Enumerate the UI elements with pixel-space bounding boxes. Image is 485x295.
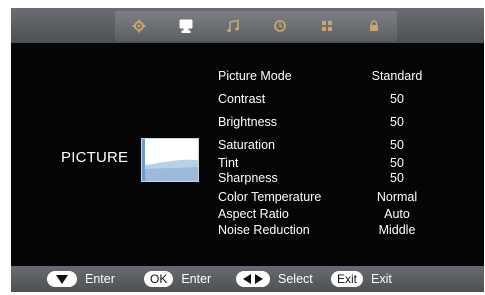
monitor-icon [179,19,192,33]
setting-value: 50 [390,171,404,185]
setting-value: Normal [376,190,418,204]
lock-icon [369,20,378,31]
left-right-key [236,271,270,287]
top-menu-bar [11,8,484,43]
setting-label: Aspect Ratio [218,207,289,221]
setting-value: 50 [390,92,404,106]
triangle-down-icon [56,274,68,284]
hint-text: Select [278,272,313,286]
tab-lock[interactable] [350,11,397,41]
setting-label: Picture Mode [218,69,292,83]
setting-label: Brightness [218,115,278,129]
tab-sound[interactable] [209,11,256,41]
tab-time[interactable] [256,11,303,41]
ok-key: OK [144,271,174,287]
hint-select: Select [236,270,313,288]
down-key [47,271,77,287]
setting-value: Middle [378,223,416,237]
setting-label: Contrast [218,92,266,106]
gear-icon [132,19,145,33]
hint-text: Exit [371,272,392,286]
hint-down: Enter [47,270,115,288]
music-note-icon [226,19,239,32]
tv-osd-screen: PICTURE Picture Mode Standard Contrast 5… [11,8,484,292]
setting-value: Auto [384,207,410,221]
tab-setup[interactable] [303,11,350,41]
picture-thumbnail [141,138,199,182]
hint-text: Enter [85,272,115,286]
hint-exit: Exit Exit [331,270,392,288]
setting-label: Saturation [218,138,275,152]
hint-ok: OK Enter [144,270,211,288]
hint-text: Enter [181,272,212,286]
setting-value: 50 [390,115,404,129]
setting-label: Noise Reduction [218,223,310,237]
section-title: PICTURE [61,149,129,166]
setting-value: 50 [390,138,404,152]
setting-label: Sharpness [218,171,278,185]
exit-key: Exit [331,271,364,287]
setting-value: 50 [390,156,404,170]
menu-tabs [115,11,397,41]
button-hint-bar: Enter OK Enter Select Exit Exit [11,266,484,292]
clock-icon [273,20,286,32]
setting-label: Color Temperature [218,190,322,204]
setting-label: Tint [218,156,239,170]
left-right-arrows-icon [243,274,263,284]
tab-picture[interactable] [162,11,209,41]
setting-value: Standard [371,69,423,83]
tab-settings[interactable] [115,11,162,41]
grid-icon [321,21,332,31]
